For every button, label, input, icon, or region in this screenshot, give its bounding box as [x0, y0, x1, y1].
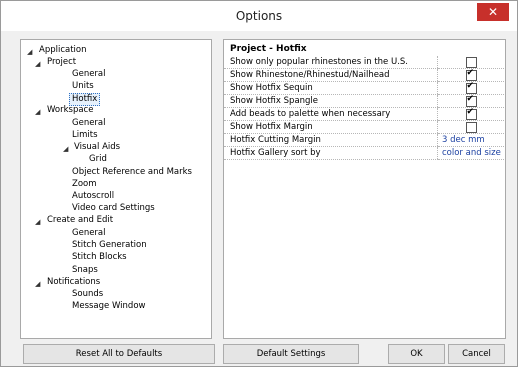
tree-item-snaps[interactable]: Snaps [72, 265, 98, 276]
tree-item-limits[interactable]: Limits [72, 130, 98, 141]
property-checkbox[interactable] [465, 81, 477, 94]
property-value[interactable]: 3 dec mm [437, 133, 504, 147]
property-row[interactable]: Show Hotfix Margin [224, 120, 504, 134]
close-button[interactable]: ✕ [477, 3, 509, 21]
tree-item-autoscroll[interactable]: Autoscroll [72, 191, 114, 202]
expander-icon[interactable]: ◢ [35, 60, 40, 68]
cancel-button[interactable]: Cancel [448, 344, 505, 364]
ok-button[interactable]: OK [388, 344, 445, 364]
property-label: Show Hotfix Sequin [224, 81, 438, 95]
tree-item-stitch-generation[interactable]: Stitch Generation [72, 240, 147, 251]
reset-all-button[interactable]: Reset All to Defaults [23, 344, 215, 364]
property-value[interactable]: color and size [437, 146, 504, 160]
property-value-cell[interactable] [437, 120, 504, 134]
property-row[interactable]: Show Rhinestone/Rhinestud/Nailhead [224, 68, 504, 82]
property-row[interactable]: Add beads to palette when necessary [224, 107, 504, 121]
expander-icon[interactable]: ◢ [35, 108, 40, 116]
grid-header: Project - Hotfix [230, 44, 307, 54]
tree-item-grid[interactable]: Grid [89, 154, 107, 165]
tree-item-video-card[interactable]: Video card Settings [72, 203, 155, 214]
property-value-cell[interactable] [437, 107, 504, 121]
tree-item-zoom[interactable]: Zoom [72, 179, 97, 190]
tree-item-workspace-general[interactable]: General [72, 118, 106, 129]
property-row[interactable]: Show Hotfix Sequin [224, 81, 504, 95]
property-row[interactable]: Hotfix Cutting Margin 3 dec mm [224, 133, 504, 147]
tree-item-message-window[interactable]: Message Window [72, 301, 145, 312]
tree-item-workspace[interactable]: Workspace [47, 105, 93, 116]
property-row[interactable]: Show Hotfix Spangle [224, 94, 504, 108]
tree-item-sounds[interactable]: Sounds [72, 289, 103, 300]
title-bar: Options ✕ [1, 1, 517, 31]
property-label: Show only popular rhinestones in the U.S… [224, 56, 438, 69]
tree-item-application[interactable]: Application [39, 45, 87, 56]
tree-item-create-edit[interactable]: Create and Edit [47, 215, 113, 226]
property-row[interactable]: Hotfix Gallery sort by color and size [224, 146, 504, 160]
property-table: Show only popular rhinestones in the U.S… [224, 56, 504, 160]
expander-icon[interactable]: ◢ [35, 218, 40, 226]
expander-icon[interactable]: ◢ [27, 48, 32, 56]
property-label: Show Hotfix Margin [224, 120, 438, 134]
tree-item-units[interactable]: Units [72, 81, 94, 92]
dialog-title: Options [235, 9, 283, 23]
tree-item-stitch-blocks[interactable]: Stitch Blocks [72, 252, 127, 263]
tree-item-notifications[interactable]: Notifications [47, 277, 100, 288]
property-label: Hotfix Cutting Margin [224, 133, 438, 147]
options-tree[interactable]: ◢ Application ◢ Project General Units Ho… [20, 39, 212, 339]
default-settings-button[interactable]: Default Settings [223, 344, 359, 364]
property-label: Show Hotfix Spangle [224, 94, 438, 108]
tree-item-visual-aids[interactable]: Visual Aids [74, 142, 120, 153]
expander-icon[interactable]: ◢ [63, 145, 68, 153]
property-row[interactable]: Show only popular rhinestones in the U.S… [224, 56, 504, 69]
tree-item-project-general[interactable]: General [72, 69, 106, 80]
property-checkbox[interactable] [465, 94, 477, 107]
tree-item-object-reference[interactable]: Object Reference and Marks [72, 167, 192, 178]
property-grid: Project - Hotfix Show only popular rhine… [223, 39, 506, 339]
tree-item-create-general[interactable]: General [72, 228, 106, 239]
property-label: Add beads to palette when necessary [224, 107, 438, 121]
tree-item-project[interactable]: Project [47, 57, 76, 68]
property-checkbox[interactable] [465, 121, 477, 133]
options-dialog: Options ✕ ◢ Application ◢ Project Genera… [0, 0, 518, 367]
property-checkbox[interactable] [465, 68, 477, 81]
property-checkbox[interactable] [465, 107, 477, 120]
expander-icon[interactable]: ◢ [35, 280, 40, 288]
property-checkbox[interactable] [465, 56, 477, 68]
property-label: Show Rhinestone/Rhinestud/Nailhead [224, 68, 438, 82]
property-label: Hotfix Gallery sort by [224, 146, 438, 160]
